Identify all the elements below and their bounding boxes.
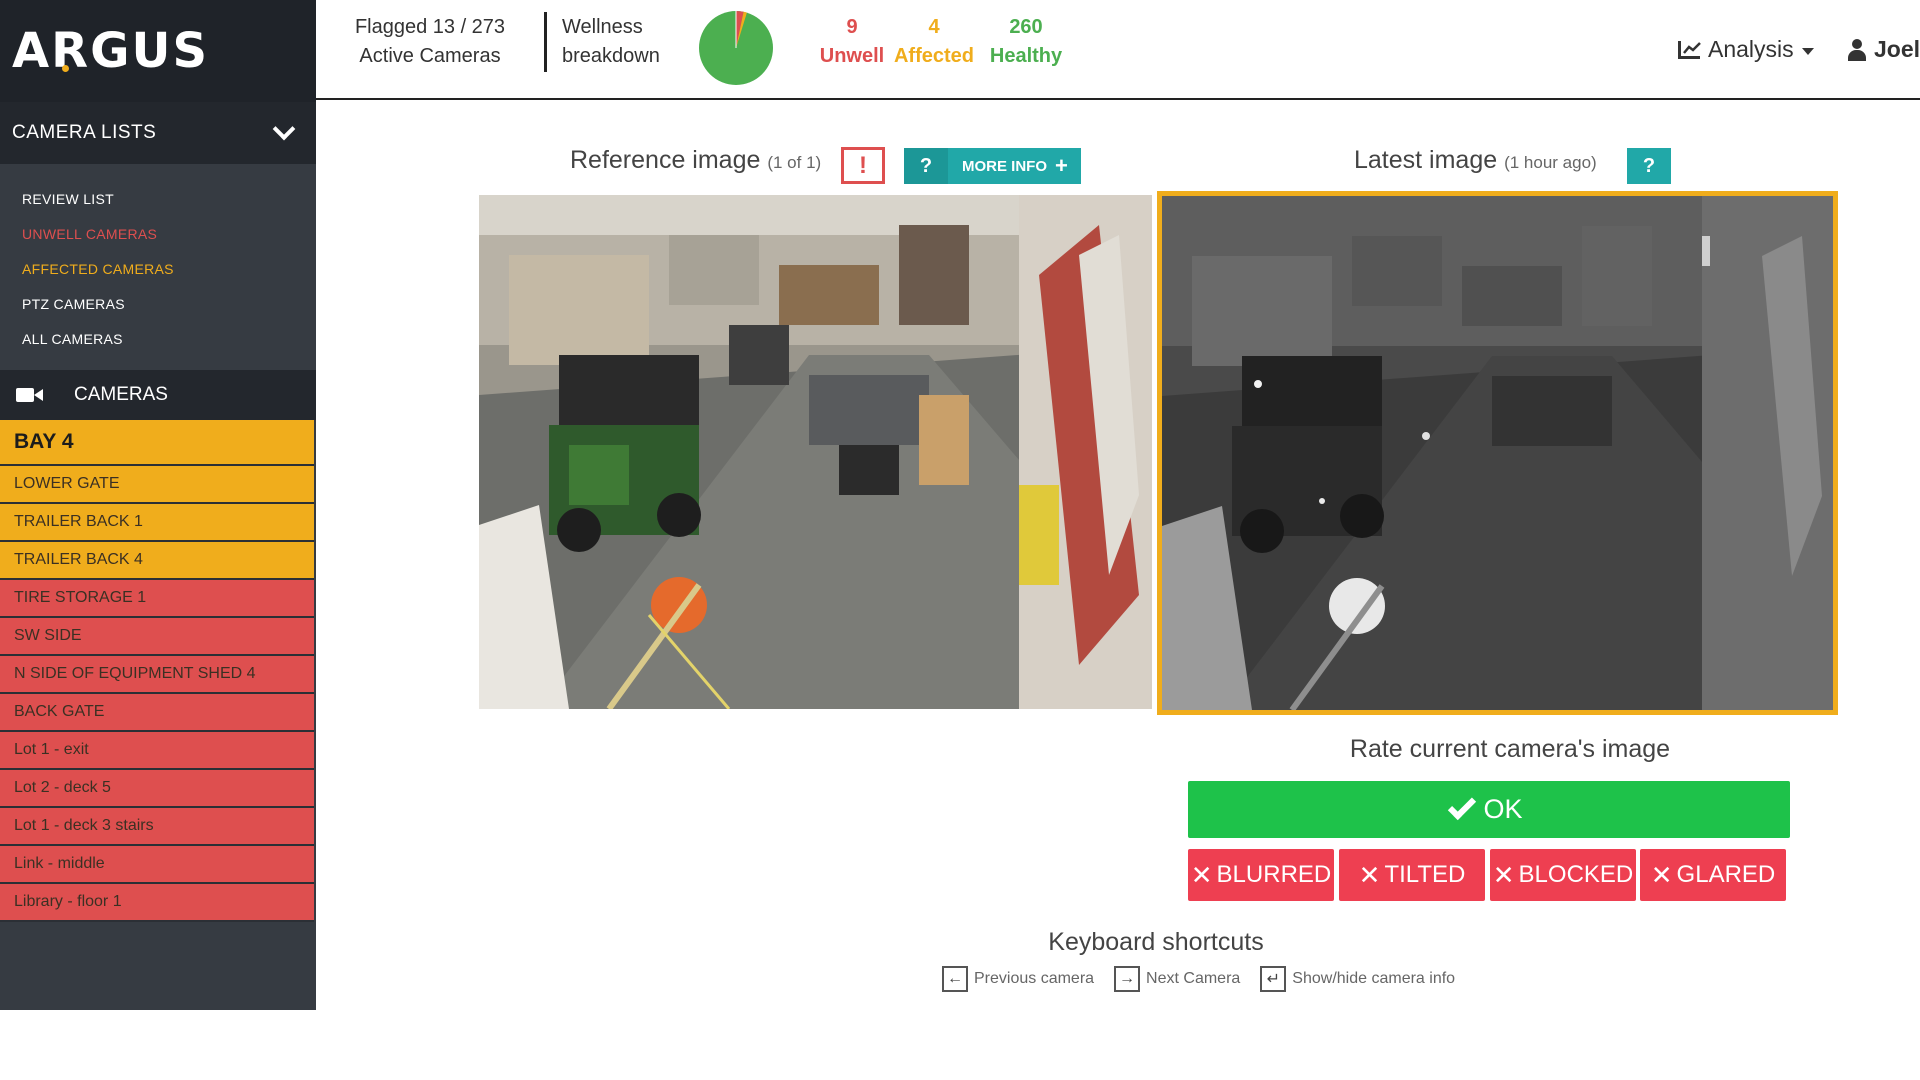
reference-image-title: Reference image (1 of 1) [570,146,821,175]
shortcut-toggle-info-label: Show/hide camera info [1292,970,1456,987]
latest-subtitle: (1 hour ago) [1504,153,1597,172]
shortcut-next: → Next Camera [1114,966,1240,992]
camera-list: BAY 4 LOWER GATE TRAILER BACK 1 TRAILER BAC… [0,420,316,922]
line-chart-icon [1678,40,1701,59]
arrow-left-key-icon: ← [942,966,968,992]
camera-row[interactable]: Library - floor 1 [0,884,314,922]
camera-row-selected[interactable]: BAY 4 [0,420,314,466]
cameras-title: CAMERAS [74,384,168,405]
wellness-label: Wellness breakdown [562,13,672,71]
healthy-stat[interactable]: 260 Healthy [976,13,1076,71]
reference-camera-image [479,195,1152,709]
camera-row[interactable]: Lot 1 - deck 3 stairs [0,808,314,846]
healthy-label: Healthy [989,45,1063,67]
affected-stat[interactable]: 4 Affected [884,13,984,71]
camera-row[interactable]: Link - middle [0,846,314,884]
app-root: ARGUS CAMERA LISTS REVIEW LIST UNWELL CAM… [0,0,1920,1080]
shortcut-previous-label: Previous camera [974,970,1095,987]
camera-row[interactable]: SW SIDE [0,618,314,656]
camera-row[interactable]: TRAILER BACK 1 [0,504,314,542]
camera-row[interactable]: N SIDE OF EQUIPMENT SHED 4 [0,656,314,694]
ok-button[interactable]: OK [1188,781,1790,838]
latest-image-title: Latest image (1 hour ago) [1354,146,1597,175]
wellness-pie-chart[interactable] [699,11,773,85]
flagged-count: Flagged 13 / 273 [354,16,506,38]
camera-row[interactable]: Lot 2 - deck 5 [0,770,314,808]
blurred-label: BLURRED [1216,861,1332,888]
reference-image-scene [479,195,1152,709]
camera-row[interactable]: TIRE STORAGE 1 [0,580,314,618]
keyboard-shortcuts-title: Keyboard shortcuts [1048,928,1264,956]
topbar-divider [544,12,547,72]
more-info-button[interactable]: ? MORE INFO + [904,148,1081,184]
close-icon: ✕ [1358,859,1381,890]
enter-key-icon: ↵ [1260,966,1287,992]
wellness-line1: Wellness [562,16,643,38]
user-icon [1848,38,1866,61]
analysis-label: Analysis [1708,36,1794,62]
top-bar: Flagged 13 / 273 Active Cameras Wellness… [316,0,1920,100]
active-cameras-label: Active Cameras [359,45,501,67]
blocked-label: BLOCKED [1518,861,1634,888]
flagged-summary: Flagged 13 / 273 Active Cameras [350,13,510,71]
shortcut-next-label: Next Camera [1146,970,1241,987]
wellness-line2: breakdown [562,45,660,67]
camera-list-item[interactable]: ALL CAMERAS [0,322,316,357]
question-icon: ? [904,148,948,184]
camera-list-item[interactable]: UNWELL CAMERAS [0,217,316,252]
more-info-label: MORE INFO [962,157,1047,175]
camera-list-item[interactable]: PTZ CAMERAS [0,287,316,322]
affected-count: 4 [928,16,940,38]
reference-title-text: Reference image [570,146,761,174]
rate-camera-label: Rate current camera's image [1349,735,1671,763]
user-menu[interactable]: Joel [1848,36,1920,63]
latest-camera-image [1157,191,1838,715]
camera-lists-header[interactable]: CAMERA LISTS [0,102,316,164]
report-reference-button[interactable]: ! [841,147,885,184]
camera-row[interactable]: TRAILER BACK 4 [0,542,314,580]
shortcut-toggle-info: ↵ Show/hide camera info [1260,966,1455,992]
shortcut-previous: ← Previous camera [942,966,1094,992]
close-icon: ✕ [1650,859,1673,890]
logo-bar: ARGUS [0,0,316,102]
analysis-menu[interactable]: Analysis [1678,36,1814,63]
ok-label: OK [1483,794,1523,824]
argus-logo[interactable]: ARGUS [12,23,209,79]
logo-accent-dot [62,65,69,72]
camera-list-item[interactable]: REVIEW LIST [0,182,316,217]
camera-row[interactable]: LOWER GATE [0,466,314,504]
keyboard-shortcuts: ← Previous camera → Next Camera ↵ Show/h… [942,966,1475,992]
arrow-right-key-icon: → [1114,966,1141,992]
cameras-header: CAMERAS [0,370,316,420]
glared-label: GLARED [1676,861,1776,888]
camera-row[interactable]: BACK GATE [0,694,314,732]
check-icon [1448,791,1477,820]
tilted-label: TILTED [1384,861,1466,888]
user-name: Joel [1874,36,1920,62]
close-icon: ✕ [1492,859,1515,890]
affected-label: Affected [893,45,974,67]
latest-title-text: Latest image [1354,146,1498,174]
plus-icon: + [1055,153,1068,178]
glared-button[interactable]: ✕ GLARED [1640,849,1786,901]
caret-down-icon [1801,48,1814,55]
blurred-button[interactable]: ✕ BLURRED [1188,849,1334,901]
reference-subtitle: (1 of 1) [767,153,822,172]
tilted-button[interactable]: ✕ TILTED [1339,849,1485,901]
healthy-count: 260 [1009,16,1043,38]
video-camera-icon [16,386,44,404]
camera-list-item[interactable]: AFFECTED CAMERAS [0,252,316,287]
chevron-down-icon [272,117,296,141]
camera-row[interactable]: Lot 1 - exit [0,732,314,770]
camera-lists-title: CAMERA LISTS [12,122,157,143]
blocked-button[interactable]: ✕ BLOCKED [1490,849,1636,901]
camera-list-menu: REVIEW LIST UNWELL CAMERAS AFFECTED CAMERA… [0,164,316,370]
latest-help-button[interactable]: ? [1627,148,1671,184]
logo-text: ARGUS [12,23,210,79]
close-icon: ✕ [1190,859,1213,890]
sidebar: ARGUS CAMERA LISTS REVIEW LIST UNWELL CAM… [0,0,316,1010]
latest-image-scene [1162,196,1833,710]
